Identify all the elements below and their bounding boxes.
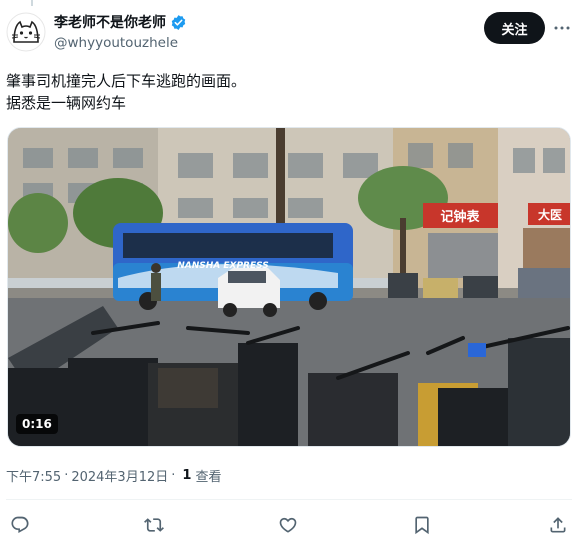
views-label: 查看 xyxy=(195,470,222,485)
verified-badge-icon xyxy=(170,14,187,31)
tweet-text-line-2: 据悉是一辆网约车 xyxy=(6,94,127,112)
author-names: 李老师不是你老师 @whyyoutouzhele xyxy=(54,12,187,51)
thread-connector-line xyxy=(31,0,33,6)
like-icon[interactable] xyxy=(276,513,300,537)
tweet-header: 李老师不是你老师 @whyyoutouzhele 关注 xyxy=(0,10,586,54)
shop-sign-1: 记钟表 xyxy=(440,209,480,225)
views-count: 1 xyxy=(182,468,192,483)
tweet-date[interactable]: 2024年3月12日 xyxy=(71,466,168,485)
video-player[interactable]: 记钟表 大医 NANSHA EXPRESS xyxy=(7,127,571,447)
follow-button[interactable]: 关注 xyxy=(484,12,545,44)
action-bar xyxy=(0,505,586,545)
tweet-text-line-1: 肇事司机撞完人后下车逃跑的画面。 xyxy=(6,72,247,90)
cat-avatar-icon[interactable] xyxy=(6,12,46,52)
tweet-time[interactable]: 下午7:55 xyxy=(6,466,61,485)
video-duration-badge: 0:16 xyxy=(16,414,58,434)
share-icon[interactable] xyxy=(546,513,570,537)
bookmark-icon[interactable] xyxy=(410,513,434,537)
author-display-name[interactable]: 李老师不是你老师 xyxy=(54,12,166,32)
actions-divider xyxy=(6,499,572,500)
retweet-icon[interactable] xyxy=(142,513,166,537)
reply-icon[interactable] xyxy=(8,513,32,537)
author-handle[interactable]: @whyyoutouzhele xyxy=(54,35,187,51)
tweet-text: 肇事司机撞完人后下车逃跑的画面。 据悉是一辆网约车 xyxy=(6,70,566,114)
tweet-metadata: 下午7:55 · 2024年3月12日 · 1 查看 xyxy=(6,466,221,485)
more-icon[interactable] xyxy=(552,18,572,38)
meta-separator-2: · xyxy=(171,468,176,483)
shop-sign-2: 大医 xyxy=(538,207,562,222)
meta-separator-1: · xyxy=(64,468,69,483)
